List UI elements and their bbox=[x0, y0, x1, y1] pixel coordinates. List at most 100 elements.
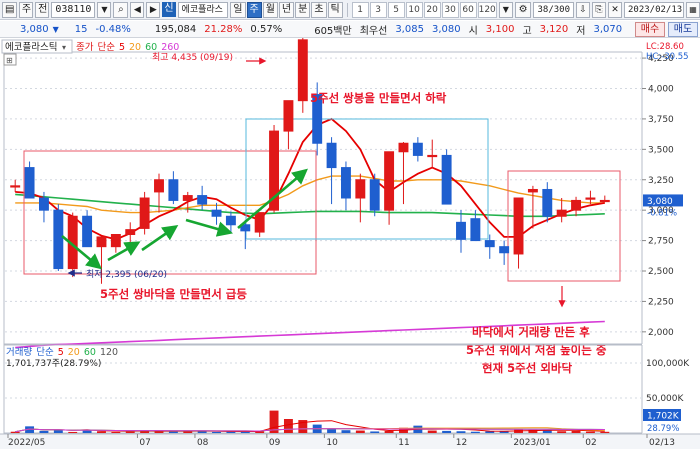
period-menu-button[interactable]: 주 bbox=[18, 1, 34, 18]
volume-tick-label: 100,000K bbox=[646, 359, 690, 369]
candle-body bbox=[427, 154, 438, 158]
candle-body bbox=[168, 179, 179, 201]
double-bottom-annotation: 5주선 쌍바닥을 만들면서 급등 bbox=[100, 287, 247, 301]
period-button-6[interactable]: 틱 bbox=[327, 1, 343, 18]
chart-title-dropdown-icon[interactable]: ▾ bbox=[62, 43, 66, 52]
next-stock-icon[interactable]: ▶ bbox=[146, 1, 161, 18]
date-tick-label: 09 bbox=[269, 438, 281, 448]
interval-button-20[interactable]: 20 bbox=[423, 1, 441, 18]
candle-body bbox=[326, 142, 337, 169]
volume-bar bbox=[39, 430, 49, 433]
volume-bar bbox=[585, 431, 595, 433]
interval-button-1[interactable]: 1 bbox=[351, 1, 369, 18]
period-button-0[interactable]: 일 bbox=[230, 1, 246, 18]
price-change: 15 bbox=[74, 23, 88, 35]
candle-body bbox=[53, 209, 64, 270]
current-price: 3,080 bbox=[20, 23, 49, 35]
volume-legend: 거래량 단순 5 20 60 120 bbox=[6, 346, 118, 358]
volume-bars bbox=[10, 410, 610, 433]
candle-body bbox=[24, 167, 35, 199]
volume-bar bbox=[53, 430, 63, 433]
count-field[interactable]: 38/300 bbox=[533, 1, 574, 18]
candle-body bbox=[38, 197, 49, 211]
volume-legend-item: 120 bbox=[100, 347, 118, 358]
price-change-pct: -0.48% bbox=[95, 23, 131, 35]
buy-button[interactable]: 매수 bbox=[635, 22, 665, 37]
period-button-4[interactable]: 분 bbox=[295, 1, 311, 18]
volume-axis: 100,000K 50,000K 1,702K 28.79% bbox=[641, 344, 700, 434]
quote-bar: 3,080 ▼ 15 -0.48% 195,084 21.28% 0.57% 6… bbox=[0, 21, 700, 38]
mode-button[interactable]: 전 bbox=[35, 1, 50, 18]
sell-button[interactable]: 매도 bbox=[668, 22, 698, 37]
candle-body bbox=[499, 246, 510, 254]
interval-button-10[interactable]: 10 bbox=[405, 1, 423, 18]
volume-current-tag: 1,702K bbox=[647, 412, 680, 422]
volume-bar bbox=[542, 430, 552, 433]
period-button-5[interactable]: 초 bbox=[311, 1, 327, 18]
price-legend-item: 260 bbox=[161, 42, 179, 53]
period-button-2[interactable]: 월 bbox=[262, 1, 278, 18]
price-legend-item: 20 bbox=[129, 42, 141, 53]
interval-button-3[interactable]: 3 bbox=[369, 1, 387, 18]
price-legend-item: 5 bbox=[119, 42, 125, 53]
candle-body bbox=[398, 142, 409, 153]
interval-button-120[interactable]: 120 bbox=[477, 1, 497, 18]
volume-bar bbox=[341, 430, 351, 433]
candle-body bbox=[585, 197, 596, 200]
chart-settings-icon[interactable]: ⚙ bbox=[514, 1, 532, 18]
volume-bar bbox=[427, 430, 437, 433]
new-listing-tag: 신 bbox=[162, 2, 176, 17]
stock-code-input[interactable]: 038110 bbox=[51, 1, 96, 18]
best-quote-label: 최우선 bbox=[359, 25, 388, 37]
price-tick-label: 2,500 bbox=[648, 267, 674, 277]
price-legend-item: 종가 bbox=[76, 42, 94, 53]
toolbar: ▤ 주 전 038110 ▼ ⌕ ◀ ▶ 신 에코플라스 일주월년분초틱 135… bbox=[0, 0, 700, 20]
high-marker-label: 최고 4,435 (09/19) bbox=[152, 52, 233, 63]
high-price: 3,120 bbox=[539, 23, 569, 35]
chart-title: 에코플라스틱 bbox=[5, 41, 57, 53]
candle-body bbox=[96, 236, 107, 248]
search-icon[interactable]: ⌕ bbox=[113, 1, 129, 18]
export-icon[interactable]: ⇩ bbox=[576, 1, 590, 18]
volume-bar bbox=[283, 419, 293, 433]
code-dropdown-icon[interactable]: ▼ bbox=[97, 1, 112, 18]
stock-chart[interactable]: 4,2504,0003,7503,5003,2503,0002,7502,500… bbox=[0, 38, 700, 449]
price-legend-item: 단순 bbox=[97, 42, 115, 53]
price-tick-label: 2,250 bbox=[648, 297, 674, 307]
delete-icon[interactable]: ✕ bbox=[608, 1, 622, 18]
prev-stock-icon[interactable]: ◀ bbox=[130, 1, 145, 18]
candle-body bbox=[355, 179, 366, 199]
period-button-3[interactable]: 년 bbox=[278, 1, 295, 18]
volume-bar bbox=[212, 431, 221, 433]
volume-legend-item: 5 bbox=[58, 347, 64, 358]
chart-option-icon[interactable]: ⊞ bbox=[6, 56, 13, 65]
interval-button-5[interactable]: 5 bbox=[387, 1, 405, 18]
interval-button-60[interactable]: 60 bbox=[459, 1, 477, 18]
low-marker-label: 최저 2,395 (06/20) bbox=[86, 269, 167, 280]
volume-bar bbox=[456, 431, 466, 433]
date-tick-label: 07 bbox=[139, 438, 150, 448]
copy-icon[interactable]: ⎘ bbox=[592, 1, 606, 18]
volume-bar bbox=[470, 431, 480, 433]
candle-body bbox=[441, 154, 452, 205]
menu-icon[interactable]: ▤ bbox=[2, 1, 17, 18]
volume-bar bbox=[370, 431, 380, 433]
candle-body bbox=[283, 100, 294, 132]
calendar-icon[interactable]: ▦ bbox=[686, 1, 700, 18]
bid-price: 3,080 bbox=[431, 23, 461, 35]
period-selector: 일주월년분초틱 bbox=[230, 1, 343, 18]
stock-name-field: 에코플라스 bbox=[177, 1, 229, 18]
volume-legend-item: 거래량 bbox=[6, 346, 32, 358]
volume-bar bbox=[168, 431, 178, 433]
date-field[interactable]: 2023/02/13 bbox=[624, 1, 684, 18]
candle-body bbox=[10, 185, 21, 188]
candle-body bbox=[197, 195, 208, 205]
interval-more-icon[interactable]: ▼ bbox=[498, 1, 513, 18]
candle-body bbox=[412, 142, 423, 156]
period-button-1[interactable]: 주 bbox=[246, 1, 262, 18]
price-tick-label: 3,750 bbox=[648, 115, 674, 125]
volume-bar bbox=[384, 430, 394, 433]
interval-button-30[interactable]: 30 bbox=[441, 1, 459, 18]
price-axis: 4,2504,0003,7503,5003,2503,0002,7502,500… bbox=[641, 38, 700, 344]
volume-bar bbox=[10, 431, 20, 433]
